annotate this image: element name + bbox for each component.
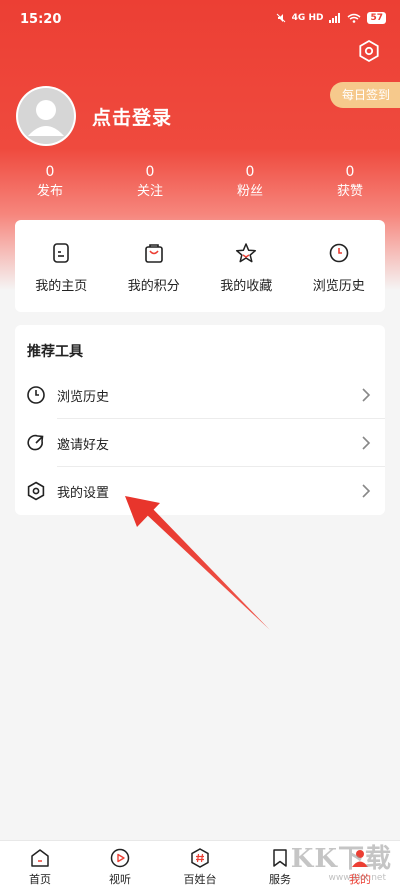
quick-my-homepage[interactable]: 我的主页 bbox=[15, 220, 108, 312]
tab-video[interactable]: 视听 bbox=[80, 841, 160, 889]
status-icons: 4G HD 57 bbox=[276, 12, 386, 24]
stats-row: 0 发布 0 关注 0 粉丝 0 获赞 bbox=[0, 163, 400, 202]
quick-actions-card: 我的主页 我的积分 我的收藏 浏览历史 bbox=[15, 220, 385, 312]
clock-icon bbox=[329, 243, 349, 263]
wifi-icon bbox=[347, 13, 361, 23]
recommended-tools-card: 推荐工具 浏览历史 邀请好友 我的设置 bbox=[15, 325, 385, 515]
quick-my-favorites[interactable]: 我的收藏 bbox=[200, 220, 293, 312]
hashtag-icon bbox=[191, 848, 209, 868]
quick-label: 我的主页 bbox=[35, 279, 88, 294]
quick-browse-history[interactable]: 浏览历史 bbox=[293, 220, 386, 312]
status-bar: 15:20 4G HD 57 bbox=[0, 0, 400, 40]
tab-baixingtai[interactable]: 百姓台 bbox=[160, 841, 240, 889]
tool-label: 浏览历史 bbox=[57, 390, 110, 405]
tool-label: 我的设置 bbox=[57, 486, 110, 501]
stat-fans[interactable]: 0 粉丝 bbox=[200, 163, 300, 202]
settings-gear-icon[interactable] bbox=[356, 38, 382, 64]
signal-icon bbox=[329, 13, 341, 23]
star-icon bbox=[236, 243, 257, 263]
default-avatar-icon bbox=[28, 100, 64, 136]
stat-label: 粉丝 bbox=[236, 184, 263, 199]
tab-label: 服务 bbox=[269, 873, 291, 886]
stat-posts[interactable]: 0 发布 bbox=[0, 163, 100, 202]
chevron-right-icon bbox=[362, 484, 371, 498]
daily-checkin-button[interactable]: 每日签到 bbox=[329, 82, 400, 108]
login-link[interactable]: 点击登录 bbox=[92, 103, 172, 130]
chevron-right-icon bbox=[362, 436, 371, 450]
clock-icon bbox=[27, 386, 45, 404]
quick-my-points[interactable]: 我的积分 bbox=[108, 220, 201, 312]
stat-label: 发布 bbox=[36, 184, 63, 199]
status-time: 15:20 bbox=[20, 12, 62, 27]
play-icon bbox=[110, 848, 130, 868]
battery-indicator: 57 bbox=[367, 12, 386, 24]
tool-row-my-settings[interactable]: 我的设置 bbox=[15, 467, 385, 515]
tab-home[interactable]: 首页 bbox=[0, 841, 80, 889]
stat-likes[interactable]: 0 获赞 bbox=[300, 163, 400, 202]
stat-label: 获赞 bbox=[336, 184, 363, 199]
settings-hex-icon bbox=[27, 481, 45, 501]
stat-label: 关注 bbox=[136, 184, 163, 199]
tool-row-invite-friends[interactable]: 邀请好友 bbox=[15, 419, 385, 467]
stat-following[interactable]: 0 关注 bbox=[100, 163, 200, 202]
quick-label: 浏览历史 bbox=[312, 279, 365, 294]
bookmark-icon bbox=[273, 849, 287, 867]
stat-value: 0 bbox=[345, 164, 355, 180]
tools-title: 推荐工具 bbox=[27, 344, 83, 360]
homepage-icon bbox=[53, 243, 70, 263]
tool-label: 邀请好友 bbox=[57, 438, 110, 453]
stat-value: 0 bbox=[145, 164, 155, 180]
tab-label: 首页 bbox=[29, 873, 51, 886]
mute-icon bbox=[276, 13, 286, 23]
share-refresh-icon bbox=[27, 434, 44, 451]
network-label: 4G HD bbox=[291, 13, 324, 23]
tool-row-browse-history[interactable]: 浏览历史 bbox=[15, 371, 385, 419]
watermark-url: www.kkx.net bbox=[328, 873, 387, 883]
quick-label: 我的收藏 bbox=[220, 279, 273, 294]
home-icon bbox=[31, 849, 49, 867]
chevron-right-icon bbox=[362, 388, 371, 402]
stat-value: 0 bbox=[245, 164, 255, 180]
watermark-logo: KK下载 bbox=[290, 844, 392, 874]
tab-label: 视听 bbox=[109, 873, 131, 886]
tab-label: 百姓台 bbox=[183, 873, 217, 886]
points-bag-icon bbox=[144, 244, 163, 263]
avatar[interactable] bbox=[16, 86, 76, 146]
stat-value: 0 bbox=[45, 164, 55, 180]
quick-label: 我的积分 bbox=[127, 279, 180, 294]
